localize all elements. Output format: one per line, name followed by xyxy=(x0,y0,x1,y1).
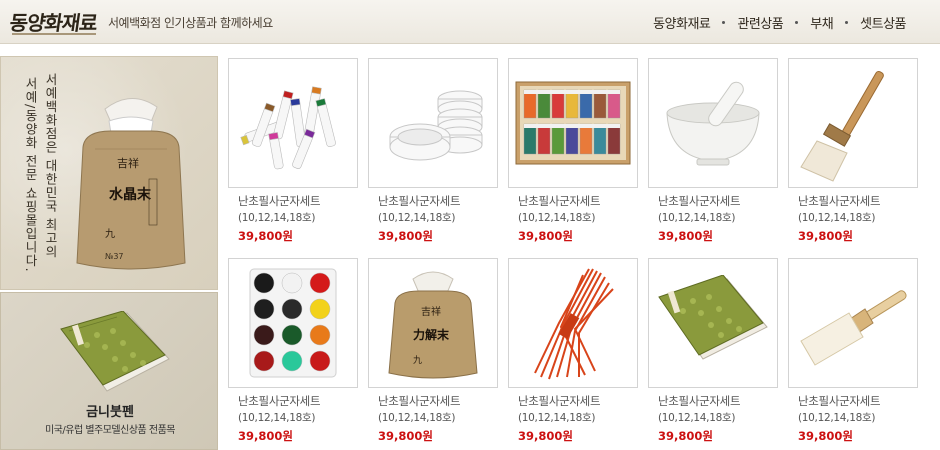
svg-text:吉祥: 吉祥 xyxy=(421,305,441,318)
product-spec: (10,12,14,18호) xyxy=(518,412,596,424)
nav-separator xyxy=(722,21,726,24)
product-spec: (10,12,14,18호) xyxy=(378,412,456,424)
product-spec: (10,12,14,18호) xyxy=(658,412,736,424)
product-image-frame xyxy=(788,58,918,188)
logo-underline xyxy=(12,33,96,35)
banner-line-2: 서예/동양화 전문 쇼핑몰입니다. xyxy=(23,77,38,273)
product-price: 39,800원 xyxy=(658,429,713,443)
product-image-frame xyxy=(368,58,498,188)
pigment-jars-icon xyxy=(515,81,631,165)
product-card[interactable]: 난초필사군자세트 (10,12,14,18호) 39,800원 xyxy=(228,58,362,244)
product-card[interactable]: 난초필사군자세트 (10,12,14,18호) 39,800원 xyxy=(368,58,502,244)
product-name: 난초필사군자세트 xyxy=(378,394,461,408)
product-name: 난초필사군자세트 xyxy=(518,194,601,208)
porcelain-dishes-icon xyxy=(389,90,483,161)
svg-text:№37: №37 xyxy=(105,252,124,261)
product-spec: (10,12,14,18호) xyxy=(238,212,316,224)
product-price: 39,800원 xyxy=(518,229,573,243)
promo-subtitle: 미국/유럽 별주모델신상품 전품목 xyxy=(44,425,176,436)
side-banner-store[interactable]: 서예백화점은 대한민국 최고의 서예/동양화 전문 쇼핑몰입니다. 吉祥 水晶末… xyxy=(0,56,218,290)
product-image-frame xyxy=(508,258,638,388)
product-price: 39,800원 xyxy=(378,429,433,443)
product-image-frame: 吉祥 力解末 九 xyxy=(368,258,498,388)
product-price: 39,800원 xyxy=(798,429,853,443)
product-name: 난초필사군자세트 xyxy=(658,394,741,408)
product-spec: (10,12,14,18호) xyxy=(238,412,316,424)
silk-book-image xyxy=(60,311,170,392)
svg-text:力解末: 力解末 xyxy=(413,327,450,342)
product-image-frame xyxy=(648,258,778,388)
product-price: 39,800원 xyxy=(378,229,433,243)
bag-top-text: 吉祥 xyxy=(117,156,139,170)
product-card[interactable]: 난초필사군자세트 (10,12,14,18호) 39,800원 xyxy=(648,258,782,444)
product-image-frame xyxy=(228,258,358,388)
product-name: 난초필사군자세트 xyxy=(238,394,321,408)
product-name: 난초필사군자세트 xyxy=(798,194,881,208)
mortar-pestle-icon xyxy=(666,81,760,166)
product-card[interactable]: 난초필사군자세트 (10,12,14,18호) 39,800원 xyxy=(788,258,922,444)
bag-label-text: 水晶末 xyxy=(109,186,152,203)
top-nav: 동양화재료 관련상품 부채 셋트상품 xyxy=(653,13,906,32)
side-banner-promo[interactable]: 금니붓펜 미국/유럽 별주모델신상품 전품목 xyxy=(0,292,218,450)
product-card[interactable]: 吉祥 力解末 九 난초필사군자세트 (10,12,14,18호) 39,800원 xyxy=(368,258,502,444)
header-bar: 동양화재료 서예백화점 인기상품과 함께하세요 동양화재료 관련상품 부채 셋트… xyxy=(0,0,940,44)
product-price: 39,800원 xyxy=(238,429,293,443)
paint-tubes-icon xyxy=(240,86,336,170)
svg-text:九: 九 xyxy=(105,228,115,240)
flat-brush-icon xyxy=(800,70,884,182)
product-card[interactable]: 난초필사군자세트 (10,12,14,18호) 39,800원 xyxy=(508,58,642,244)
product-price: 39,800원 xyxy=(658,229,713,243)
red-thread-icon xyxy=(534,268,614,380)
product-name: 난초필사군자세트 xyxy=(378,194,461,208)
svg-text:九: 九 xyxy=(413,355,422,366)
product-name: 난초필사군자세트 xyxy=(518,394,601,408)
product-image-frame xyxy=(508,58,638,188)
product-card[interactable]: 난초필사군자세트 (10,12,14,18호) 39,800원 xyxy=(788,58,922,244)
nav-item-related[interactable]: 관련상품 xyxy=(737,13,783,32)
product-spec: (10,12,14,18호) xyxy=(518,212,596,224)
product-image-frame xyxy=(788,258,918,388)
hake-brush-icon xyxy=(800,290,907,366)
banner-line-1: 서예백화점은 대한민국 최고의 xyxy=(43,73,58,259)
product-name: 난초필사군자세트 xyxy=(658,194,741,208)
product-card[interactable]: 난초필사군자세트 (10,12,14,18호) 39,800원 xyxy=(648,58,782,244)
promo-title: 금니붓펜 xyxy=(86,405,134,420)
product-name: 난초필사군자세트 xyxy=(798,394,881,408)
product-spec: (10,12,14,18호) xyxy=(798,212,876,224)
product-card[interactable]: 난초필사군자세트 (10,12,14,18호) 39,800원 xyxy=(228,258,362,444)
product-price: 39,800원 xyxy=(518,429,573,443)
product-name: 난초필사군자세트 xyxy=(238,194,321,208)
nav-separator xyxy=(795,21,799,24)
product-image-frame xyxy=(648,58,778,188)
paint-palette-icon xyxy=(249,268,337,378)
tagline: 서예백화점 인기상품과 함께하세요 xyxy=(108,16,273,30)
nav-item-sets[interactable]: 셋트상품 xyxy=(860,13,906,32)
product-card[interactable]: 난초필사군자세트 (10,12,14,18호) 39,800원 xyxy=(508,258,642,444)
pigment-bag-image: 吉祥 水晶末 九 №37 xyxy=(76,98,186,270)
product-price: 39,800원 xyxy=(798,229,853,243)
pigment-bag-icon: 吉祥 力解末 九 xyxy=(388,271,478,379)
product-price: 39,800원 xyxy=(238,229,293,243)
product-spec: (10,12,14,18호) xyxy=(658,212,736,224)
product-spec: (10,12,14,18호) xyxy=(378,212,456,224)
nav-item-eastern-materials[interactable]: 동양화재료 xyxy=(653,13,711,32)
product-spec: (10,12,14,18호) xyxy=(798,412,876,424)
nav-item-fans[interactable]: 부채 xyxy=(810,13,833,32)
nav-separator xyxy=(845,21,849,24)
logo[interactable]: 동양화재료 xyxy=(8,7,99,36)
product-image-frame xyxy=(228,58,358,188)
silk-book-icon xyxy=(658,275,768,360)
